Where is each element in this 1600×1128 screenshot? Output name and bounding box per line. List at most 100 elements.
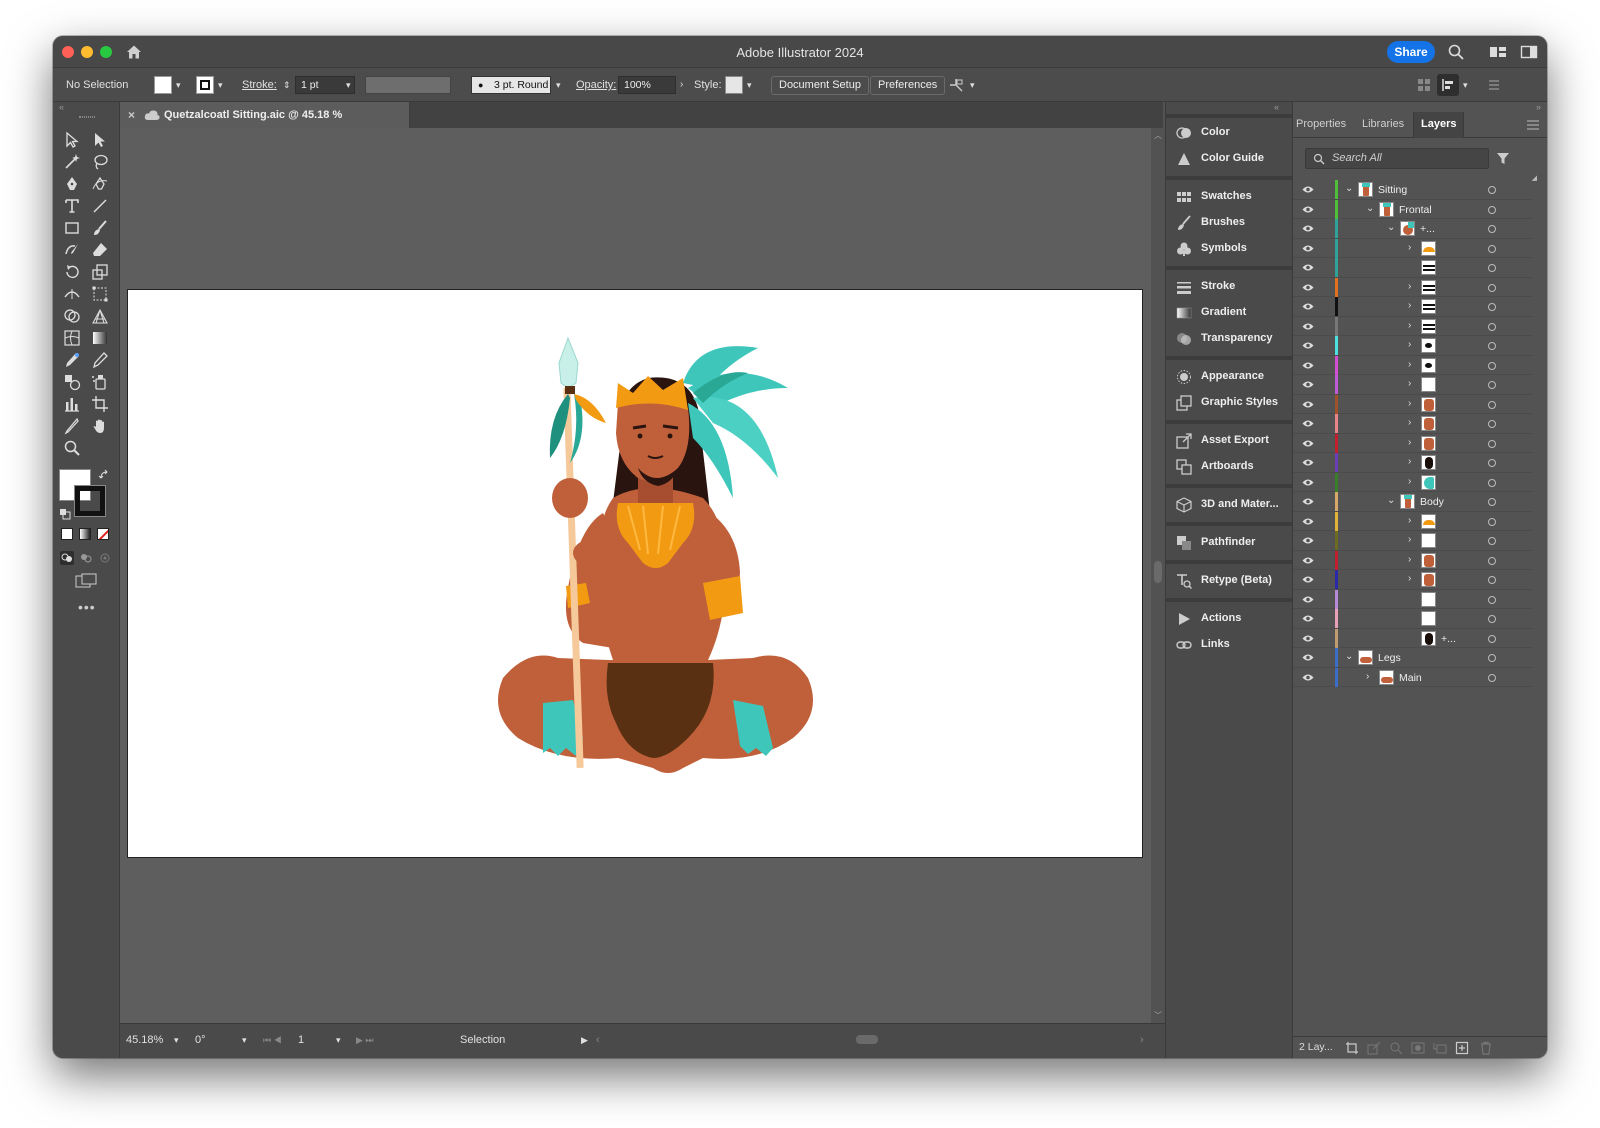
dock-artboards[interactable]: Artboards (1166, 454, 1292, 480)
target-circle-icon[interactable] (1488, 459, 1496, 467)
layer-row[interactable]: ⌄ Sitting (1293, 180, 1533, 200)
line-segment-tool-icon[interactable] (91, 197, 109, 215)
quick-actions-icon[interactable] (948, 77, 964, 93)
target-circle-icon[interactable] (1488, 381, 1496, 389)
dock-swatches[interactable]: Swatches (1166, 184, 1292, 210)
slice-tool-icon[interactable] (63, 417, 81, 435)
document-setup-button[interactable]: Document Setup (771, 76, 869, 95)
collect-for-export-icon[interactable] (1345, 1041, 1359, 1055)
visibility-eye-icon[interactable] (1302, 244, 1314, 253)
graphic-style-swatch[interactable] (725, 76, 743, 94)
style-dropdown-icon[interactable]: ▾ (747, 68, 752, 102)
expand-chevron-icon[interactable]: › (1408, 300, 1418, 312)
close-document-icon[interactable]: × (128, 102, 135, 128)
opacity-field[interactable]: 100% (618, 76, 676, 94)
layer-row[interactable]: ⌄ +... (1293, 219, 1533, 239)
make-clipping-mask-icon[interactable] (1411, 1041, 1425, 1055)
expand-chevron-icon[interactable]: › (1408, 554, 1418, 566)
visibility-eye-icon[interactable] (1302, 322, 1314, 331)
shape-builder-tool-icon[interactable] (63, 307, 81, 325)
visibility-eye-icon[interactable] (1302, 497, 1314, 506)
artboard-number-field[interactable]: 1 (298, 1031, 304, 1049)
locate-object-icon[interactable] (1389, 1041, 1403, 1055)
expand-chevron-icon[interactable]: › (1408, 515, 1418, 527)
search-icon[interactable] (1447, 43, 1465, 61)
stroke-swatch[interactable] (196, 76, 214, 94)
dock-appearance[interactable]: Appearance (1166, 364, 1292, 390)
stroke-label[interactable]: Stroke: (242, 68, 277, 102)
expand-chevron-icon[interactable]: › (1408, 573, 1418, 585)
horizontal-scroll-thumb[interactable] (856, 1035, 878, 1044)
visibility-eye-icon[interactable] (1302, 517, 1314, 526)
expand-chevron-icon[interactable]: › (1408, 534, 1418, 546)
target-circle-icon[interactable] (1488, 283, 1496, 292)
visibility-eye-icon[interactable] (1302, 634, 1314, 643)
lasso-tool-icon[interactable] (91, 153, 109, 171)
target-circle-icon[interactable] (1488, 264, 1496, 272)
status-menu-arrow-icon[interactable]: ▶ (581, 1031, 588, 1049)
artboard[interactable] (127, 289, 1143, 858)
expand-chevron-icon[interactable]: › (1408, 359, 1418, 371)
eraser-tool-icon[interactable] (91, 241, 109, 259)
symbol-sprayer-tool-icon[interactable] (91, 373, 109, 391)
brush-dropdown-icon[interactable]: ▾ (556, 68, 561, 102)
fill-dropdown-icon[interactable]: ▾ (176, 68, 181, 102)
free-transform-tool-icon[interactable] (91, 285, 109, 303)
artboard-tool-icon[interactable] (91, 395, 109, 413)
direct-selection-tool-icon[interactable] (91, 131, 109, 149)
expand-chevron-icon[interactable]: › (1408, 320, 1418, 332)
eyedropper-tool-icon[interactable] (63, 351, 81, 369)
collapse-tools-icon[interactable]: « (59, 102, 64, 112)
layer-row[interactable]: › (1293, 511, 1533, 531)
selection-tool-icon[interactable] (63, 131, 81, 149)
tab-libraries[interactable]: Libraries (1362, 112, 1404, 138)
tools-grip[interactable] (79, 116, 95, 118)
layer-row[interactable]: › (1293, 472, 1533, 492)
artboard-dropdown-icon[interactable]: ▾ (336, 1031, 341, 1049)
target-circle-icon[interactable] (1488, 654, 1496, 662)
visibility-eye-icon[interactable] (1302, 458, 1314, 467)
align-dropdown-icon[interactable]: ▾ (1463, 68, 1468, 102)
layers-search-input[interactable]: Search All (1305, 148, 1489, 169)
target-circle-icon[interactable] (1488, 186, 1496, 194)
target-circle-icon[interactable] (1488, 537, 1496, 545)
rotate-tool-icon[interactable] (63, 263, 81, 281)
filter-icon[interactable] (1496, 151, 1510, 165)
magic-wand-tool-icon[interactable] (63, 153, 81, 171)
visibility-eye-icon[interactable] (1302, 302, 1314, 311)
draw-inside-icon[interactable] (98, 551, 112, 565)
dock-graphic-styles[interactable]: Graphic Styles (1166, 390, 1292, 416)
target-circle-icon[interactable] (1488, 634, 1496, 643)
expand-chevron-icon[interactable]: › (1408, 456, 1418, 468)
align-options-button[interactable] (1437, 74, 1459, 96)
zoom-level-field[interactable]: 45.18% (126, 1031, 163, 1049)
collapse-chevron-icon[interactable]: ⌄ (1345, 651, 1355, 663)
target-circle-icon[interactable] (1488, 400, 1496, 409)
stroke-stepper-icon[interactable]: ⇕ (283, 68, 291, 102)
layer-row[interactable]: ⌄ Frontal (1293, 199, 1533, 219)
draw-normal-icon[interactable] (60, 551, 74, 565)
swap-colors-icon[interactable] (98, 469, 110, 481)
expand-chevron-icon[interactable]: › (1408, 378, 1418, 390)
perspective-grid-tool-icon[interactable] (91, 307, 109, 325)
layer-row[interactable]: › (1293, 297, 1533, 317)
visibility-eye-icon[interactable] (1302, 185, 1314, 194)
visibility-eye-icon[interactable] (1302, 419, 1314, 428)
layer-row[interactable]: ⌄ Legs (1293, 648, 1533, 668)
visibility-eye-icon[interactable] (1302, 263, 1314, 272)
layer-row[interactable]: › (1293, 433, 1533, 453)
dock-color-guide[interactable]: Color Guide (1166, 146, 1292, 172)
target-circle-icon[interactable] (1488, 576, 1496, 584)
visibility-eye-icon[interactable] (1302, 341, 1314, 350)
layer-row[interactable]: › (1293, 355, 1533, 375)
dock-retype[interactable]: Retype (Beta) (1166, 568, 1292, 594)
expand-chevron-icon[interactable]: › (1408, 417, 1418, 429)
pen-tool-icon[interactable] (63, 175, 81, 193)
visibility-eye-icon[interactable] (1302, 536, 1314, 545)
target-circle-icon[interactable] (1488, 478, 1496, 487)
visibility-eye-icon[interactable] (1302, 380, 1314, 389)
visibility-eye-icon[interactable] (1302, 556, 1314, 565)
visibility-eye-icon[interactable] (1302, 283, 1314, 292)
layer-row[interactable]: › Main (1293, 667, 1533, 687)
visibility-eye-icon[interactable] (1302, 224, 1314, 233)
